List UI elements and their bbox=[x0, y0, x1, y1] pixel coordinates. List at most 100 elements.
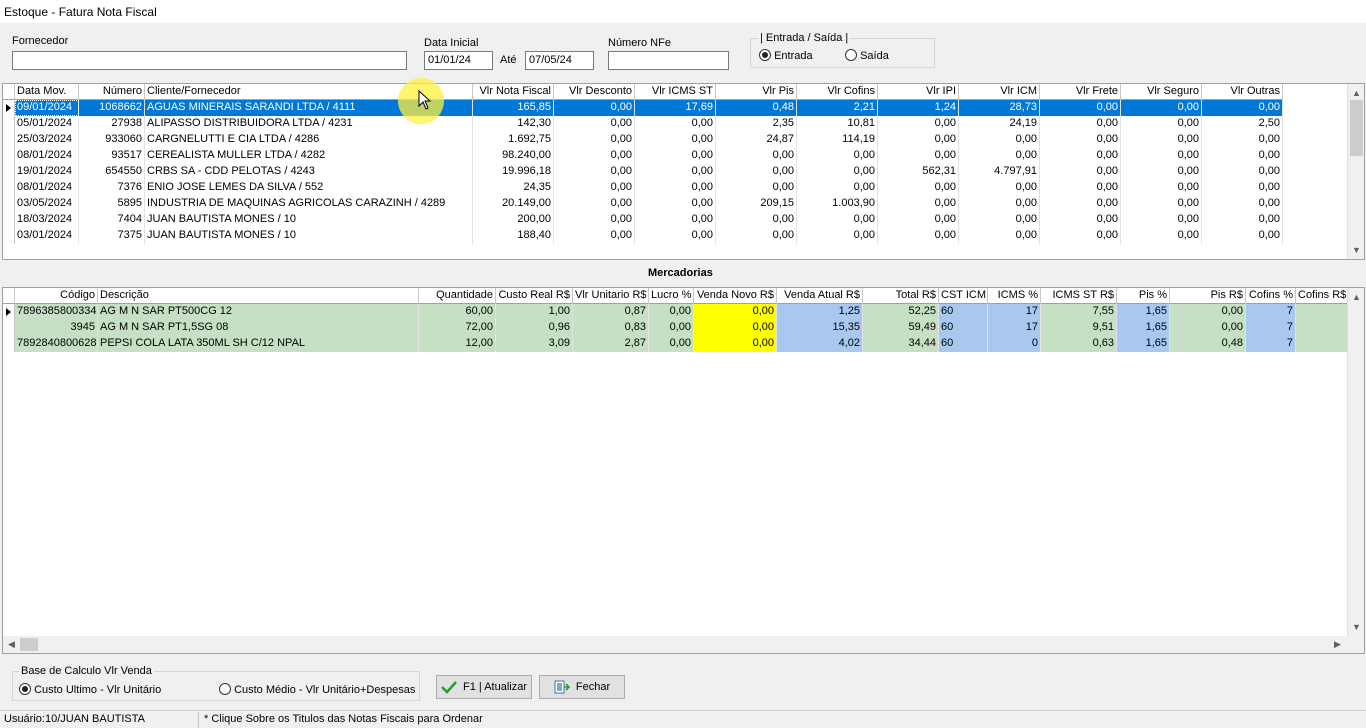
cell-vlr-pis[interactable]: 2,35 bbox=[716, 116, 797, 132]
notas-row[interactable]: 25/03/2024 933060 CARGNELUTTI E CIA LTDA /… bbox=[3, 132, 1283, 148]
cell-vlr-icms-st[interactable]: 0,00 bbox=[635, 116, 716, 132]
cell-vlr-frete[interactable]: 0,00 bbox=[1040, 100, 1121, 116]
column-header-cofins-r[interactable]: Cofins R$ bbox=[1296, 288, 1348, 304]
cell-vlr-nota-fiscal[interactable]: 24,35 bbox=[473, 180, 554, 196]
column-header-cst-icm[interactable]: CST ICM bbox=[939, 288, 988, 304]
cell-vlr-frete[interactable]: 0,00 bbox=[1040, 212, 1121, 228]
cell-icms[interactable]: 17 bbox=[988, 320, 1041, 336]
column-header-cofins[interactable]: Cofins % bbox=[1246, 288, 1296, 304]
cell-pis-r[interactable]: 0,00 bbox=[1170, 320, 1246, 336]
cell-data-mov[interactable]: 05/01/2024 bbox=[15, 116, 79, 132]
cell-quantidade[interactable]: 72,00 bbox=[419, 320, 496, 336]
cell-vlr-nota-fiscal[interactable]: 19.996,18 bbox=[473, 164, 554, 180]
column-header-vlr-ipi[interactable]: Vlr IPI bbox=[878, 84, 959, 100]
cell-vlr-cofins[interactable]: 0,00 bbox=[797, 180, 878, 196]
column-header-venda-atual-r[interactable]: Venda Atual R$ bbox=[777, 288, 863, 304]
cell-vlr-pis[interactable]: 0,48 bbox=[716, 100, 797, 116]
scroll-up-icon[interactable]: ▲ bbox=[1348, 86, 1364, 100]
cell-vlr-outras[interactable]: 0,00 bbox=[1202, 196, 1283, 212]
cell-venda-atual-r[interactable]: 1,25 bbox=[777, 304, 863, 320]
cell-vlr-nota-fiscal[interactable]: 1.692,75 bbox=[473, 132, 554, 148]
cell-icms-st-r[interactable]: 7,55 bbox=[1041, 304, 1117, 320]
cell-vlr-icm[interactable]: 0,00 bbox=[959, 180, 1040, 196]
mercadorias-hscroll-thumb[interactable] bbox=[20, 638, 38, 651]
notas-row[interactable]: 19/01/2024 654550 CRBS SA - CDD PELOTAS / … bbox=[3, 164, 1283, 180]
cell-cliente-fornecedor[interactable]: JUAN BAUTISTA MONES / 10 bbox=[145, 212, 473, 228]
cell-vlr-frete[interactable]: 0,00 bbox=[1040, 132, 1121, 148]
scroll-left-icon[interactable]: ◀ bbox=[3, 637, 20, 651]
cell-codigo[interactable]: 3945 bbox=[15, 320, 98, 336]
mercadorias-vertical-scrollbar[interactable]: ▲ ▼ bbox=[1347, 288, 1364, 636]
cell-numero[interactable]: 7404 bbox=[79, 212, 145, 228]
scroll-down-icon[interactable]: ▼ bbox=[1348, 620, 1364, 634]
cell-vlr-nota-fiscal[interactable]: 165,85 bbox=[473, 100, 554, 116]
cell-vlr-frete[interactable]: 0,00 bbox=[1040, 196, 1121, 212]
cell-vlr-cofins[interactable]: 114,19 bbox=[797, 132, 878, 148]
cell-descricao[interactable]: PEPSI COLA LATA 350ML SH C/12 NPAL bbox=[98, 336, 419, 352]
cell-vlr-icms-st[interactable]: 17,69 bbox=[635, 100, 716, 116]
cell-codigo[interactable]: 7896385800334 bbox=[15, 304, 98, 320]
cell-vlr-icms-st[interactable]: 0,00 bbox=[635, 164, 716, 180]
notas-row[interactable]: 09/01/2024 1068662 AGUAS MINERAIS SARANDI … bbox=[3, 100, 1283, 116]
numero-nfe-input[interactable] bbox=[608, 51, 729, 70]
cell-vlr-seguro[interactable]: 0,00 bbox=[1121, 164, 1202, 180]
cell-vlr-outras[interactable]: 0,00 bbox=[1202, 212, 1283, 228]
cell-vlr-ipi[interactable]: 0,00 bbox=[878, 148, 959, 164]
cell-vlr-pis[interactable]: 209,15 bbox=[716, 196, 797, 212]
cell-vlr-cofins[interactable]: 1.003,90 bbox=[797, 196, 878, 212]
cell-total-r[interactable]: 34,44 bbox=[863, 336, 939, 352]
column-header-vlr-seguro[interactable]: Vlr Seguro bbox=[1121, 84, 1202, 100]
column-header-vlr-desconto[interactable]: Vlr Desconto bbox=[554, 84, 635, 100]
column-header-icms-st-r[interactable]: ICMS ST R$ bbox=[1041, 288, 1117, 304]
cell-icms[interactable]: 0 bbox=[988, 336, 1041, 352]
cell-vlr-seguro[interactable]: 0,00 bbox=[1121, 116, 1202, 132]
cell-vlr-frete[interactable]: 0,00 bbox=[1040, 164, 1121, 180]
notas-row[interactable]: 05/01/2024 27938 ALIPASSO DISTRIBUIDORA LT… bbox=[3, 116, 1283, 132]
cell-vlr-unitario-r[interactable]: 0,83 bbox=[573, 320, 649, 336]
cell-venda-novo-r[interactable]: 0,00 bbox=[694, 336, 777, 352]
cell-vlr-icm[interactable]: 0,00 bbox=[959, 196, 1040, 212]
cell-vlr-seguro[interactable]: 0,00 bbox=[1121, 132, 1202, 148]
cell-vlr-pis[interactable]: 0,00 bbox=[716, 164, 797, 180]
cell-vlr-icms-st[interactable]: 0,00 bbox=[635, 228, 716, 244]
cell-vlr-nota-fiscal[interactable]: 188,40 bbox=[473, 228, 554, 244]
cell-vlr-nota-fiscal[interactable]: 20.149,00 bbox=[473, 196, 554, 212]
cell-vlr-outras[interactable]: 0,00 bbox=[1202, 180, 1283, 196]
cell-vlr-pis[interactable]: 0,00 bbox=[716, 212, 797, 228]
cell-vlr-ipi[interactable]: 0,00 bbox=[878, 212, 959, 228]
column-header-vlr-icms-st[interactable]: Vlr ICMS ST bbox=[635, 84, 716, 100]
cell-vlr-icms-st[interactable]: 0,00 bbox=[635, 148, 716, 164]
cell-vlr-seguro[interactable]: 0,00 bbox=[1121, 100, 1202, 116]
cell-data-mov[interactable]: 18/03/2024 bbox=[15, 212, 79, 228]
notas-row[interactable]: 08/01/2024 7376 ENIO JOSE LEMES DA SILVA /… bbox=[3, 180, 1283, 196]
cell-vlr-pis[interactable]: 0,00 bbox=[716, 228, 797, 244]
cell-cst-icm[interactable]: 60 bbox=[939, 336, 988, 352]
cell-quantidade[interactable]: 60,00 bbox=[419, 304, 496, 320]
cell-vlr-icms-st[interactable]: 0,00 bbox=[635, 212, 716, 228]
cell-vlr-seguro[interactable]: 0,00 bbox=[1121, 148, 1202, 164]
cell-vlr-icms-st[interactable]: 0,00 bbox=[635, 132, 716, 148]
cell-icms-st-r[interactable]: 9,51 bbox=[1041, 320, 1117, 336]
cell-vlr-frete[interactable]: 0,00 bbox=[1040, 148, 1121, 164]
cell-vlr-cofins[interactable]: 0,00 bbox=[797, 212, 878, 228]
cell-pis[interactable]: 1,65 bbox=[1117, 304, 1170, 320]
notas-fiscais-grid[interactable]: Data Mov. Número Cliente/Fornecedor Vlr Not… bbox=[2, 83, 1365, 260]
cell-cofins[interactable]: 7 bbox=[1246, 336, 1296, 352]
cell-numero[interactable]: 654550 bbox=[79, 164, 145, 180]
cell-total-r[interactable]: 52,25 bbox=[863, 304, 939, 320]
cell-vlr-cofins[interactable]: 10,81 bbox=[797, 116, 878, 132]
column-header-vlr-frete[interactable]: Vlr Frete bbox=[1040, 84, 1121, 100]
cell-vlr-icms-st[interactable]: 0,00 bbox=[635, 196, 716, 212]
column-header-lucro[interactable]: Lucro % bbox=[649, 288, 694, 304]
cell-vlr-icm[interactable]: 28,73 bbox=[959, 100, 1040, 116]
cell-numero[interactable]: 7375 bbox=[79, 228, 145, 244]
column-header-venda-novo-r[interactable]: Venda Novo R$ bbox=[694, 288, 777, 304]
column-header-vlr-cofins[interactable]: Vlr Cofins bbox=[797, 84, 878, 100]
cell-descricao[interactable]: AG M N SAR PT1,5SG 08 bbox=[98, 320, 419, 336]
cell-vlr-seguro[interactable]: 0,00 bbox=[1121, 212, 1202, 228]
cell-vlr-unitario-r[interactable]: 0,87 bbox=[573, 304, 649, 320]
mercadorias-row[interactable]: 7892840800628 PEPSI COLA LATA 350ML SH C/… bbox=[3, 336, 1348, 352]
cell-vlr-icms-st[interactable]: 0,00 bbox=[635, 180, 716, 196]
cell-vlr-desconto[interactable]: 0,00 bbox=[554, 132, 635, 148]
notas-row[interactable]: 03/01/2024 7375 JUAN BAUTISTA MONES / 10 18… bbox=[3, 228, 1283, 244]
